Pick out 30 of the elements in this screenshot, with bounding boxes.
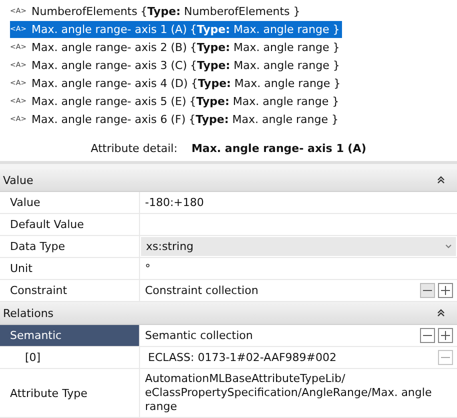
collapse-icon[interactable] <box>437 176 445 184</box>
property-label[interactable]: Constraint <box>0 280 140 301</box>
remove-button[interactable] <box>420 328 435 343</box>
collapse-icon[interactable] <box>437 309 445 317</box>
section-header[interactable]: Value <box>0 169 457 192</box>
data-type-dropdown[interactable]: xs:string <box>141 237 456 256</box>
property-label[interactable]: [0] <box>0 347 140 368</box>
property-value: AutomationMLBaseAttributeTypeLib/ eClassPropertySpecification/AngleRange/Max. angle range <box>145 372 433 414</box>
detail-title: Max. angle range- axis 1 (A) <box>191 142 366 155</box>
add-button[interactable] <box>438 283 453 298</box>
remove-button[interactable] <box>420 283 435 298</box>
property-value: ECLASS: 0173-1#02-AAF989#002 <box>147 351 336 364</box>
property-label[interactable]: Unit <box>0 258 140 279</box>
property-label[interactable]: Semantic <box>0 325 140 346</box>
property-label[interactable]: Value <box>0 192 140 213</box>
caret-icon <box>445 244 452 249</box>
property-label[interactable]: Default Value <box>0 214 140 235</box>
property-value: ° <box>145 262 150 276</box>
section-title: Relations <box>3 306 54 320</box>
property-value: Constraint collection <box>145 284 258 297</box>
property-value: -180:+180 <box>145 196 204 210</box>
plus-icon <box>441 286 450 295</box>
plus-icon <box>441 331 450 340</box>
property-label[interactable]: Attribute Type <box>0 369 140 417</box>
property-value: Semantic collection <box>145 329 253 342</box>
section-header[interactable]: Relations <box>0 302 457 325</box>
add-button[interactable] <box>438 328 453 343</box>
property-label[interactable]: Data Type <box>0 236 140 257</box>
section-title: Value <box>3 174 34 186</box>
detail-label: Attribute detail: <box>90 142 178 155</box>
